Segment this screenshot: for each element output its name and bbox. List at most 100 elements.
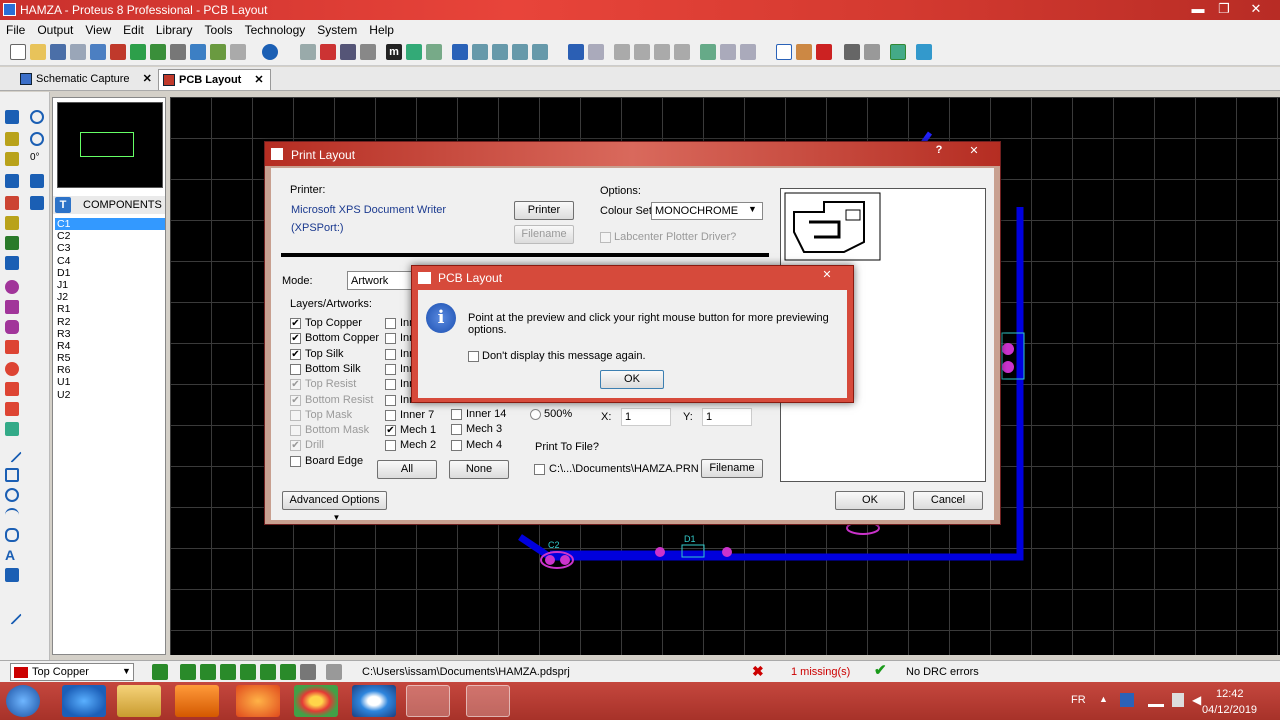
delete-icon[interactable]	[674, 44, 690, 60]
refresh-icon[interactable]	[300, 44, 316, 60]
cancel-button[interactable]: Cancel	[913, 491, 983, 510]
overview-window[interactable]	[57, 102, 163, 188]
help-button[interactable]: ?	[929, 144, 949, 162]
tray-expand-icon[interactable]: ▲	[1099, 694, 1108, 704]
zoom-all-icon[interactable]	[512, 44, 528, 60]
list-item[interactable]: U1	[55, 376, 165, 388]
connectivity-tool-icon[interactable]	[5, 256, 19, 270]
mirror-y-icon[interactable]	[30, 196, 44, 210]
tray-app-icon[interactable]	[1120, 693, 1134, 707]
close-message-button[interactable]: ✕	[812, 268, 842, 285]
minimize-button[interactable]: ▬	[1185, 0, 1211, 20]
list-item[interactable]: D1	[55, 267, 165, 279]
zoom-area-icon[interactable]	[532, 44, 548, 60]
search-icon[interactable]	[700, 44, 716, 60]
edge-pad-icon[interactable]	[5, 340, 19, 354]
pause-icon[interactable]	[220, 664, 236, 680]
menu-edit[interactable]: Edit	[117, 20, 150, 40]
layer-stack-icon[interactable]	[152, 664, 168, 680]
gerber-icon[interactable]	[190, 44, 206, 60]
power-icon[interactable]	[1172, 693, 1184, 707]
layer-select[interactable]: Top Copper ▼	[10, 663, 134, 681]
track-tool-icon[interactable]	[5, 174, 19, 188]
layer-checkbox[interactable]	[451, 424, 462, 436]
all-button[interactable]: All	[377, 460, 437, 479]
clock-time[interactable]: 12:42	[1216, 688, 1244, 700]
menu-output[interactable]: Output	[31, 20, 79, 40]
grid-icon[interactable]	[340, 44, 356, 60]
netlist-icon[interactable]	[890, 44, 906, 60]
step-icon[interactable]	[200, 664, 216, 680]
list-item[interactable]: R1	[55, 303, 165, 315]
zoom-out-icon[interactable]	[492, 44, 508, 60]
tab-close-icon[interactable]: ✕	[143, 73, 152, 85]
media-player-icon[interactable]	[175, 685, 219, 717]
menu-tools[interactable]: Tools	[199, 20, 239, 40]
list-item[interactable]: R6	[55, 364, 165, 376]
polygon-pad-icon[interactable]	[5, 382, 19, 396]
layer-checkbox[interactable]	[385, 318, 396, 329]
layer-checkbox[interactable]: ✔	[385, 425, 396, 437]
list-item[interactable]: U2	[55, 389, 165, 401]
paste-icon[interactable]	[654, 44, 670, 60]
layer-checkbox[interactable]	[385, 379, 396, 391]
symbol-tool-icon[interactable]	[5, 568, 19, 582]
printer-button[interactable]: Printer	[514, 201, 574, 220]
list-item[interactable]: R2	[55, 316, 165, 328]
scale-500-radio[interactable]	[530, 409, 541, 420]
origin-icon[interactable]	[406, 44, 422, 60]
move-icon[interactable]	[452, 44, 468, 60]
cross-icon[interactable]	[300, 664, 316, 680]
layer-checkbox[interactable]: ✔	[290, 333, 301, 345]
arc-tool-icon[interactable]	[5, 508, 19, 522]
close-window-button[interactable]: ✕	[1243, 0, 1269, 20]
mode-select[interactable]: Artwork	[347, 271, 417, 290]
wand-icon[interactable]	[740, 44, 756, 60]
3d-view-icon[interactable]	[170, 44, 186, 60]
dont-display-checkbox[interactable]	[468, 351, 479, 362]
menu-system[interactable]: System	[311, 20, 363, 40]
padstack-icon[interactable]	[5, 402, 19, 416]
metric-icon[interactable]: m	[386, 44, 402, 60]
line-tool-icon[interactable]	[2, 443, 22, 463]
language-indicator[interactable]: FR	[1071, 694, 1086, 706]
file-explorer-icon[interactable]	[117, 685, 161, 717]
list-item[interactable]: R4	[55, 340, 165, 352]
pick-icon[interactable]	[720, 44, 736, 60]
new-file-icon[interactable]	[10, 44, 26, 60]
import-icon[interactable]	[70, 44, 86, 60]
menu-file[interactable]: File	[0, 20, 31, 40]
filter-icon[interactable]	[280, 664, 296, 680]
tools-icon[interactable]	[916, 44, 932, 60]
list-item[interactable]: C4	[55, 255, 165, 267]
start-button-icon[interactable]	[6, 685, 40, 717]
save-icon[interactable]	[50, 44, 66, 60]
list-item[interactable]: C1	[55, 218, 165, 231]
tab-close-icon[interactable]: ✕	[254, 74, 263, 86]
layer-checkbox[interactable]: ✔	[290, 348, 301, 360]
isis-icon[interactable]	[90, 44, 106, 60]
circle-tool-icon[interactable]	[5, 488, 19, 502]
copy-icon[interactable]	[634, 44, 650, 60]
ratsnest-tool-icon[interactable]	[5, 236, 19, 250]
text-tool-icon[interactable]: A	[5, 548, 19, 562]
open-folder-icon[interactable]	[30, 44, 46, 60]
ares-icon[interactable]	[110, 44, 126, 60]
list-item[interactable]: J2	[55, 291, 165, 303]
auto-route-icon[interactable]	[796, 44, 812, 60]
3d-stack-icon[interactable]	[5, 422, 19, 436]
dil-pad-icon[interactable]	[5, 320, 19, 334]
maximize-button[interactable]: ❐	[1211, 0, 1237, 20]
chrome-icon[interactable]	[294, 685, 338, 717]
list-item[interactable]: R5	[55, 352, 165, 364]
advanced-options-button[interactable]: Advanced Options ▼	[282, 491, 387, 522]
app-icon[interactable]	[352, 685, 396, 717]
menu-view[interactable]: View	[79, 20, 117, 40]
rotation-angle[interactable]: 0°	[30, 152, 40, 163]
list-item[interactable]: C3	[55, 242, 165, 254]
path-tool-icon[interactable]	[5, 528, 19, 542]
menu-library[interactable]: Library	[150, 20, 199, 40]
proteus-ares-icon[interactable]	[466, 685, 510, 717]
layer-checkbox[interactable]	[385, 440, 396, 452]
ok-button[interactable]: OK	[835, 491, 905, 510]
